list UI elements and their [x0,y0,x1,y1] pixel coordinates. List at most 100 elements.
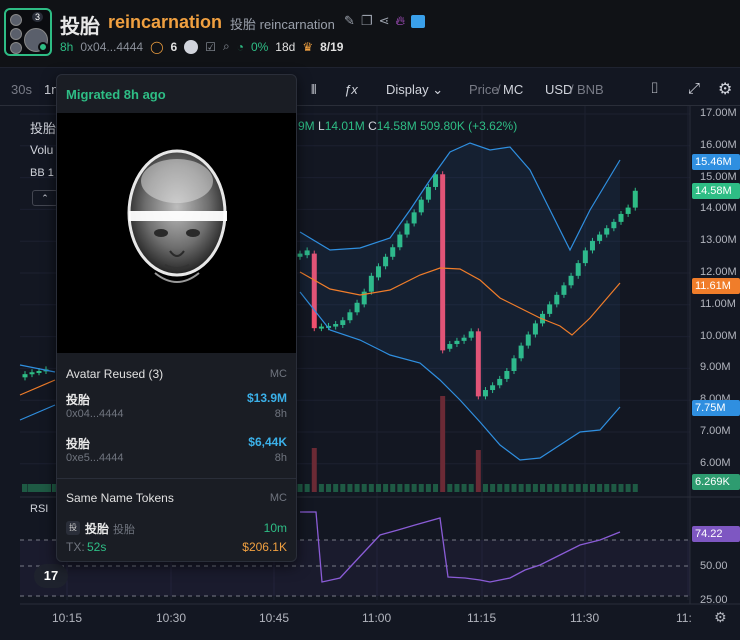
volume-bar [454,484,460,492]
edit-icon[interactable]: ✎ [344,13,355,29]
tradingview-logo[interactable]: 17 [34,564,68,588]
volume-bar [575,484,581,492]
token-image [57,113,296,353]
same-name-item-age: 10m [263,521,287,535]
crown-icon: ♛ [302,39,314,54]
collapse-legend-button[interactable]: ⌃ [32,190,58,206]
y-tick: 14.00M [700,202,737,215]
mc-toggle[interactable]: MC [503,82,523,97]
volume-bar [518,484,524,492]
token-header: 3 投胎 reincarnation 投胎 reincarnation ✎ ❐ … [0,0,740,68]
avatar-mini-2 [10,28,22,40]
usd-toggle[interactable]: USD [545,82,572,97]
tx-label: TX: [66,540,85,554]
holders-count: 6 [170,39,178,54]
bb-lower-tag: 7.75M [692,400,740,416]
volume-bar [397,484,403,492]
volume-bar [361,484,367,492]
volume-bar [504,484,510,492]
rsi-tag: 74.22 [692,526,740,542]
volume-bar [618,484,624,492]
volume-bar [475,450,481,492]
last-price-tag: 14.58M [692,183,740,199]
dev-icon [184,39,199,54]
search-icon[interactable]: ⌕ [223,39,230,54]
axis-settings-icon[interactable]: ⚙ [714,609,727,626]
y-tick: 11.00M [700,297,736,310]
copy-icon[interactable]: ❐ [361,13,373,29]
same-name-heading: Same Name Tokens [66,491,174,505]
fire-icon[interactable]: 🔥︎ [395,13,405,29]
popover-divider [57,478,296,479]
camera-icon[interactable]: ⌷ [650,80,659,97]
telegram-icon[interactable] [411,14,426,28]
token-stats: 8h 0x04...4444 ◯ 6 ☑ ⌕ ◔ 0% 18d ♛ 8/19 [60,39,343,54]
token-address[interactable]: 0x04...4444 [80,40,143,54]
display-dropdown[interactable]: Display ⌄ [386,82,443,98]
volume-tag: 6.269K [692,474,740,490]
y-tick: 9.00M [700,361,731,374]
same-name-item-mc: $206.1K [242,540,287,554]
reused-item-address: 0x04...4444 [66,408,124,420]
volume-bar [28,484,33,492]
candle-body [632,190,638,208]
bb-basis-tag: 11.61M [692,278,740,294]
reused-item-age: 8h [274,452,287,464]
pie-icon: ◔ [236,39,244,54]
indicators-icon[interactable]: ƒx [344,82,358,97]
rsi-axis-label: 25.00 [700,594,728,606]
token-symbol: reincarnation [108,12,223,32]
volume-bar [340,484,346,492]
token-avatar[interactable]: 3 [4,8,52,56]
same-name-item-name[interactable]: 投胎 [85,520,109,537]
y-tick: 6.00M [700,456,731,469]
mc-column-label: MC [269,368,287,380]
bnb-toggle[interactable]: BNB [577,82,604,97]
candle-body [29,372,35,375]
fullscreen-icon[interactable]: ⤢ [688,80,700,97]
tweet-icon[interactable]: ☑ [205,40,216,54]
volume-bar [540,484,546,492]
interval-30s[interactable]: 30s [11,82,32,97]
volume-bar [447,484,453,492]
token-name: 投胎 [60,16,100,38]
volume-bar [347,484,353,492]
candle-body [318,326,324,329]
reused-item-name[interactable]: 投胎 [66,391,90,408]
avatar-reused-heading: Avatar Reused (3) [66,367,164,381]
share-icon[interactable]: ⋖ [379,13,390,29]
volume-bar [490,484,496,492]
candle-body [625,207,631,214]
avatar-mini-1 [10,14,22,26]
token-alt-name: 投胎 reincarnation [230,17,335,32]
volume-bar [561,484,567,492]
bb-basis-line [19,379,56,396]
token-mini-avatar: 投 [66,521,80,535]
gear-icon[interactable]: ⚙ [718,79,732,99]
migrated-title: Migrated 8h ago [66,87,166,102]
bb-legend: BB 1 [30,167,54,179]
price-toggle[interactable]: Price [469,82,499,97]
volume-bar [326,484,332,492]
reused-item-name[interactable]: 投胎 [66,435,90,452]
volume-bar [22,484,27,492]
y-tick: 13.00M [700,234,737,247]
volume-bar [311,448,317,492]
y-tick: 10.00M [700,329,737,342]
token-age: 8h [60,39,74,54]
volume-bar [375,484,381,492]
volume-bar [461,484,467,492]
tx-value: 52s [87,540,107,554]
bb-fill [300,143,620,460]
bb-upper-tag: 15.46M [692,154,740,170]
rsi-axis-label: 50.00 [700,560,728,572]
volume-bar [511,484,517,492]
rank: 8/19 [320,39,344,54]
candle-type-icon[interactable]: ⫴ [311,82,316,98]
volume-bar [40,484,45,492]
y-tick: 17.00M [700,107,737,119]
volume-bar [604,484,610,492]
x-tick: 10:45 [259,611,290,625]
volume-bar [482,484,488,492]
reused-item-mc: $6,44K [248,435,287,449]
